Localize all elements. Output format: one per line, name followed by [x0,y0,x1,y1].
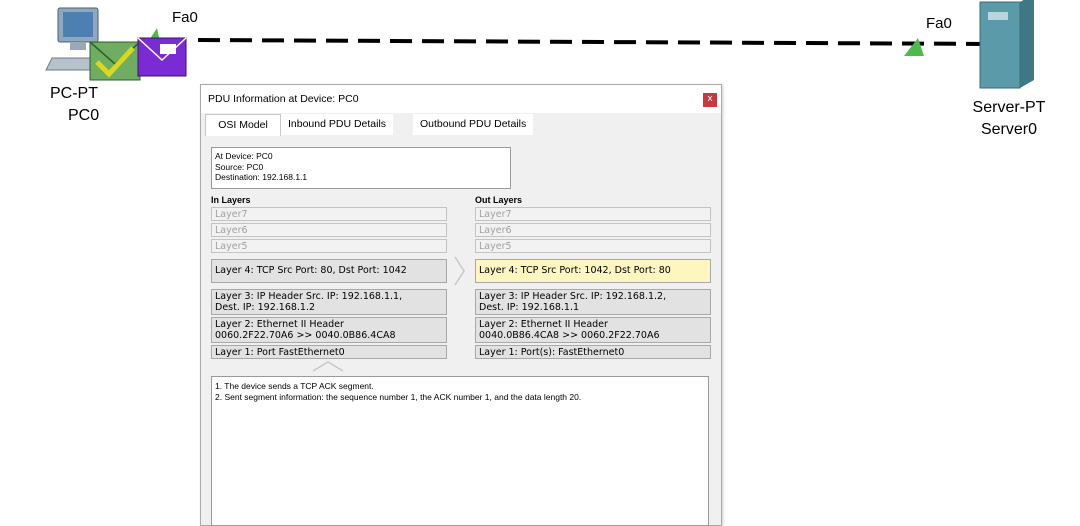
device-info-box: At Device: PC0 Source: PC0 Destination: … [211,147,511,189]
out-layer-7[interactable]: Layer7 [475,207,711,221]
dialog-titlebar[interactable]: PDU Information at Device: PC0 x [201,85,721,113]
in-layer-3-line-2: Dest. IP: 192.168.1.2 [215,302,316,313]
out-layer-3-line-1: Layer 3: IP Header Src. IP: 192.168.1.2, [479,291,667,302]
server-model-label: Server-PT [972,99,1046,116]
in-layer-3-line-1: Layer 3: IP Header Src. IP: 192.168.1.1, [215,291,403,302]
network-link[interactable] [197,38,1001,46]
note-line-2: 2. Sent segment information: the sequenc… [215,391,582,402]
pdu-envelope-icon[interactable] [137,37,187,77]
in-layer-2-line-2: 0060.2F22.70A6 >> 0040.0B86.4CA8 [215,330,396,341]
in-layer-2-line-1: Layer 2: Ethernet II Header [215,319,344,330]
out-layer-3-line-2: Dest. IP: 192.168.1.1 [479,302,580,313]
in-layer-5[interactable]: Layer5 [211,239,447,253]
dialog-title: PDU Information at Device: PC0 [208,93,359,105]
pdu-info-dialog: PDU Information at Device: PC0 x OSI Mod… [200,84,722,526]
tab-outbound-pdu-details[interactable]: Outbound PDU Details [413,114,534,135]
server-icon[interactable] [979,0,1034,89]
link-light-server-side [904,38,924,56]
pc-model-label: PC-PT [50,85,98,102]
out-layer-2-line-1: Layer 2: Ethernet II Header [479,319,608,330]
in-layer-1[interactable]: Layer 1: Port FastEthernet0 [211,345,447,359]
out-layers-header: Out Layers [475,195,523,205]
out-layer-5[interactable]: Layer5 [475,239,711,253]
out-layer-3[interactable]: Layer 3: IP Header Src. IP: 192.168.1.2,… [475,289,711,315]
out-layer-4[interactable]: Layer 4: TCP Src Port: 1042, Dst Port: 8… [475,259,711,283]
server-name-label: Server0 [980,121,1038,138]
out-layer-2-line-2: 0040.0B86.4CA8 >> 0060.2F22.70A6 [479,330,660,341]
in-layer-2[interactable]: Layer 2: Ethernet II Header 0060.2F22.70… [211,317,447,343]
in-layer-4[interactable]: Layer 4: TCP Src Port: 80, Dst Port: 104… [211,259,447,283]
tab-inbound-pdu-details[interactable]: Inbound PDU Details [281,114,394,135]
pc-name-label: PC0 [68,107,100,124]
flow-chevron-up-icon [312,361,344,372]
at-device-text: At Device: PC0 [215,151,273,161]
in-layer-7[interactable]: Layer7 [211,207,447,221]
note-line-1: 1. The device sends a TCP ACK segment. [215,381,374,391]
pc-port-label: Fa0 [172,9,198,26]
source-text: Source: PC0 [215,161,264,172]
in-layer-6[interactable]: Layer6 [211,223,447,237]
tab-osi-model[interactable]: OSI Model [205,114,281,136]
in-layer-3[interactable]: Layer 3: IP Header Src. IP: 192.168.1.1,… [211,289,447,315]
in-layers-header: In Layers [211,195,251,205]
flow-chevron-right-icon [454,256,465,286]
out-layer-2[interactable]: Layer 2: Ethernet II Header 0040.0B86.4C… [475,317,711,343]
out-layer-1[interactable]: Layer 1: Port(s): FastEthernet0 [475,345,711,359]
tab-bar: OSI Model Inbound PDU Details Outbound P… [205,114,715,136]
out-layer-6[interactable]: Layer6 [475,223,711,237]
pdu-ack-envelope-icon[interactable] [89,41,141,81]
server-port-label: Fa0 [926,15,952,32]
pdu-notes-box: 1. The device sends a TCP ACK segment. 2… [211,376,709,526]
destination-text: Destination: 192.168.1.1 [215,172,308,182]
close-button[interactable]: x [703,93,717,107]
